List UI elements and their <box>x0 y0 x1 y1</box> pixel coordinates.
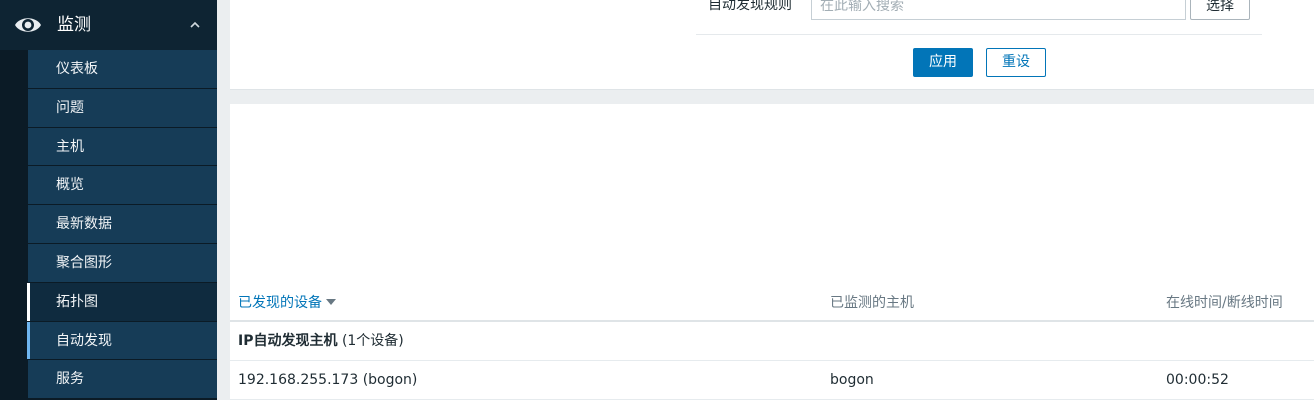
uptime-cell: 00:00:52 <box>1166 372 1229 388</box>
eye-icon <box>15 18 41 32</box>
column-header-label: 已监测的主机 <box>830 295 914 311</box>
sidebar-item-latest-data[interactable]: 最新数据 <box>28 205 217 244</box>
sidebar-section-title: 监测 <box>57 15 91 35</box>
discovery-rule-search-input[interactable] <box>811 0 1186 20</box>
sidebar-item-label: 问题 <box>56 99 84 116</box>
sidebar-item-overview[interactable]: 概览 <box>28 166 217 206</box>
sidebar-item-label: 自动发现 <box>56 332 112 349</box>
sidebar-item-maps[interactable]: 拓扑图 <box>27 282 217 322</box>
sidebar-item-discovery[interactable]: 自动发现 <box>27 321 217 361</box>
column-header-uptime-downtime: 在线时间/断线时间 <box>1166 293 1283 313</box>
sidebar-item-label: 服务 <box>56 371 84 388</box>
sidebar-section-monitoring[interactable]: 监测 <box>0 0 217 50</box>
device-cell: 192.168.255.173 (bogon) <box>238 372 418 388</box>
table-row: 192.168.255.173 (bogon) bogon 00:00:52 <box>230 361 1314 400</box>
reset-button[interactable]: 重设 <box>986 48 1046 77</box>
sidebar-item-hosts[interactable]: 主机 <box>28 127 217 167</box>
sidebar-item-problems[interactable]: 问题 <box>28 88 217 128</box>
sidebar-item-label: 主机 <box>56 138 84 155</box>
active-indicator <box>27 321 30 360</box>
column-header-discovered-device[interactable]: 已发现的设备 <box>238 293 336 313</box>
sidebar-item-screens[interactable]: 聚合图形 <box>28 243 217 283</box>
sidebar-item-dashboard[interactable]: 仪表板 <box>28 50 217 89</box>
sidebar: 监测 仪表板 问题 主机 概览 最新数据 聚合图形 拓扑图 自动发现 服务 <box>0 0 217 400</box>
chevron-up-icon[interactable] <box>188 19 202 31</box>
sidebar-item-label: 聚合图形 <box>56 254 112 271</box>
select-button[interactable]: 选择 <box>1190 0 1250 20</box>
filter-divider <box>696 34 1262 35</box>
discovery-rule-label: 自动发现规则 <box>708 0 792 13</box>
discovery-table: 已发现的设备 已监测的主机 在线时间/断线时间 IP自动发现主机 (1个设备) … <box>230 104 1314 400</box>
sidebar-item-label: 拓扑图 <box>56 293 98 310</box>
filter-panel: 自动发现规则 选择 应用 重设 <box>230 0 1314 90</box>
apply-button[interactable]: 应用 <box>913 48 973 77</box>
group-count: (1个设备) <box>341 333 404 349</box>
sidebar-item-label: 仪表板 <box>56 61 98 77</box>
column-header-monitored-host: 已监测的主机 <box>830 293 914 313</box>
sidebar-item-label: 概览 <box>56 177 84 194</box>
table-group-row: IP自动发现主机 (1个设备) <box>230 322 1314 361</box>
column-header-label: 已发现的设备 <box>238 295 322 311</box>
column-header-label: 在线时间/断线时间 <box>1166 295 1283 311</box>
host-cell: bogon <box>830 372 874 388</box>
sidebar-item-services[interactable]: 服务 <box>28 360 217 400</box>
sort-descending-icon <box>326 299 336 305</box>
sidebar-menu: 仪表板 问题 主机 概览 最新数据 聚合图形 拓扑图 自动发现 服务 <box>27 50 217 400</box>
sidebar-item-label: 最新数据 <box>56 216 112 233</box>
group-name: IP自动发现主机 <box>238 333 338 349</box>
